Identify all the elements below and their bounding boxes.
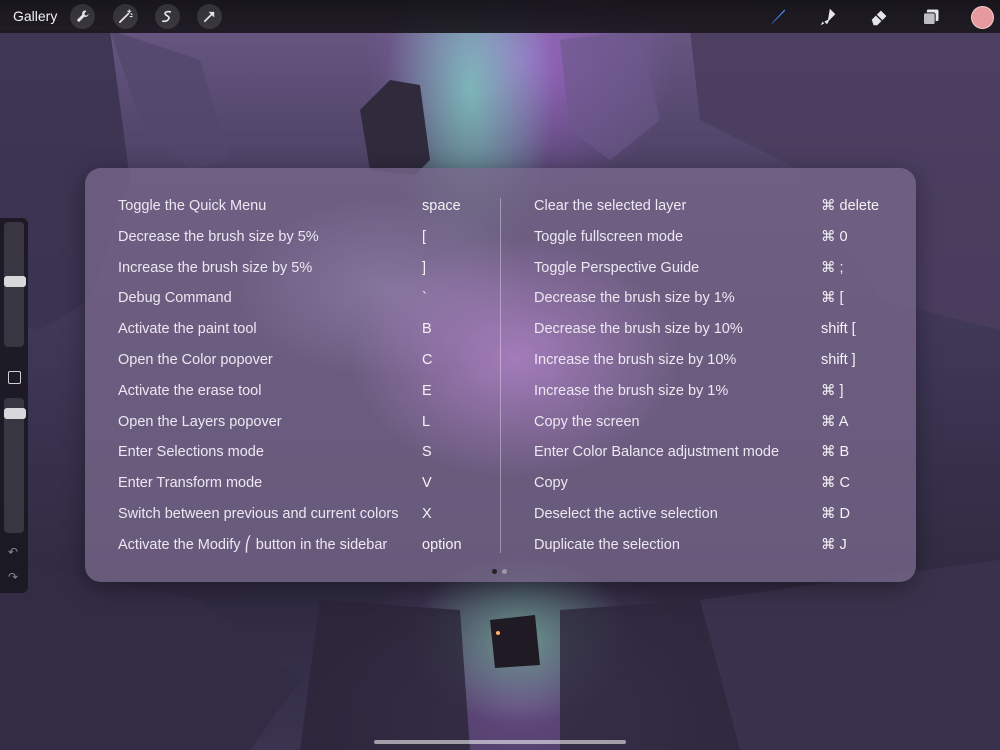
- shortcut-row: Toggle fullscreen mode ⌘ 0: [534, 227, 894, 258]
- shortcut-row: Enter Selections mode S: [118, 442, 478, 473]
- shortcut-description: Toggle Perspective Guide: [534, 259, 700, 276]
- shortcut-description: Decrease the brush size by 1%: [534, 290, 735, 307]
- shortcut-key: `: [422, 290, 427, 307]
- shortcut-row: Copy the screen ⌘ A: [534, 412, 894, 443]
- wrench-icon[interactable]: [70, 4, 95, 29]
- shortcut-key: ⌘ 0: [821, 228, 848, 245]
- shortcut-key: ⌘ J: [821, 536, 847, 553]
- shortcut-row: Increase the brush size by 5%]: [118, 258, 478, 289]
- undo-icon[interactable]: ↶: [8, 545, 18, 559]
- shortcut-key: E: [422, 382, 432, 399]
- shortcut-description: Activate the erase tool: [118, 382, 262, 399]
- shortcut-row: Activate the erase tool E: [118, 381, 478, 412]
- shortcut-description: Activate the paint tool: [118, 321, 257, 338]
- shortcut-description: Open the Layers popover: [118, 413, 282, 430]
- shortcut-key: ⌘ [: [821, 290, 844, 307]
- shortcut-key: ⌘ ;: [821, 259, 844, 276]
- keyboard-shortcuts-panel: Toggle the Quick Menu space Decrease the b…: [85, 168, 916, 582]
- color-swatch-icon[interactable]: [971, 6, 994, 29]
- shortcut-key: B: [422, 321, 432, 338]
- smudge-icon[interactable]: [816, 5, 840, 29]
- shortcut-row: Activate the paint tool B: [118, 319, 478, 350]
- shortcut-description: Deselect the active selection: [534, 505, 718, 522]
- shortcut-key: ⌘ D: [821, 505, 850, 522]
- shortcut-description: Enter Transform mode: [118, 475, 263, 492]
- selection-icon[interactable]: [155, 4, 180, 29]
- brush-size-thumb[interactable]: [4, 276, 26, 287]
- gallery-button[interactable]: Gallery: [13, 8, 57, 24]
- shortcut-key: ⌘ ]: [821, 382, 844, 399]
- shortcut-description: Increase the brush size by 1%: [534, 382, 729, 399]
- shortcut-row: Open the Layers popover L: [118, 412, 478, 443]
- shortcut-column-left: Toggle the Quick Menu space Decrease the b…: [118, 196, 478, 566]
- shortcut-column-right: Clear the selected layer ⌘ delete Toggle f…: [534, 196, 894, 566]
- shortcut-description: Enter Color Balance adjustment mode: [534, 444, 780, 461]
- shortcut-row: Clear the selected layer ⌘ delete: [534, 196, 894, 227]
- shortcut-description: Activate the Modify ⎛ button in the side…: [118, 536, 388, 553]
- shortcut-row: Toggle the Quick Menu space: [118, 196, 478, 227]
- column-divider: [500, 198, 501, 553]
- layers-icon[interactable]: [919, 5, 943, 29]
- shortcut-row: Duplicate the selection ⌘ J: [534, 535, 894, 566]
- shortcut-description: Decrease the brush size by 5%: [118, 228, 319, 245]
- redo-icon[interactable]: ↷: [8, 570, 18, 584]
- shortcut-key: shift ]: [821, 351, 856, 368]
- shortcut-key: ⌘ delete: [821, 198, 880, 214]
- shortcut-row: Decrease the brush size by 10% shift [: [534, 319, 894, 350]
- top-toolbar: Gallery: [0, 0, 1000, 33]
- shortcut-row: Decrease the brush size by 5% [: [118, 227, 478, 258]
- shortcut-key: ⌘ C: [821, 475, 850, 492]
- shortcut-key: V: [422, 475, 432, 492]
- modify-button[interactable]: [8, 371, 21, 384]
- shortcut-description: Clear the selected layer: [534, 198, 687, 214]
- shortcut-row: Increase the brush size by 10% shift ]: [534, 350, 894, 381]
- eraser-icon[interactable]: [868, 5, 892, 29]
- shortcut-key: space: [422, 198, 461, 214]
- page-dot-2[interactable]: [502, 569, 507, 574]
- shortcut-row: Increase the brush size by 1% ⌘ ]: [534, 381, 894, 412]
- page-indicator[interactable]: [492, 569, 507, 574]
- shortcut-description: Switch between previous and current colo…: [118, 505, 399, 522]
- shortcut-row: Copy ⌘ C: [534, 473, 894, 504]
- shortcut-description: Enter Selections mode: [118, 444, 264, 461]
- shortcut-row: Enter Transform mode V: [118, 473, 478, 504]
- page-dot-1[interactable]: [492, 569, 497, 574]
- shortcut-row: Open the Color popover C: [118, 350, 478, 381]
- shortcut-key: C: [422, 351, 433, 368]
- shortcut-key: L: [422, 413, 431, 430]
- shortcut-description: Debug Command: [118, 290, 232, 307]
- opacity-thumb[interactable]: [4, 408, 26, 419]
- shortcut-key: ]: [422, 259, 427, 276]
- shortcut-description: Decrease the brush size by 10%: [534, 321, 743, 338]
- shortcut-key: ⌘ B: [821, 444, 850, 461]
- shortcut-key: option: [422, 536, 462, 553]
- shortcut-description: Increase the brush size by 10%: [534, 351, 737, 368]
- shortcut-description: Increase the brush size by 5%: [118, 259, 313, 276]
- shortcut-description: Open the Color popover: [118, 351, 273, 368]
- left-sidebar: ↶ ↷: [0, 218, 28, 593]
- shortcut-key: S: [422, 444, 432, 461]
- shortcut-row: Decrease the brush size by 1% ⌘ [: [534, 288, 894, 319]
- shortcut-description: Copy the screen: [534, 413, 640, 430]
- shortcut-description: Toggle fullscreen mode: [534, 228, 684, 245]
- shortcut-row: Toggle Perspective Guide ⌘ ;: [534, 258, 894, 289]
- shortcut-description: Copy: [534, 475, 568, 492]
- shortcut-key: shift [: [821, 321, 856, 338]
- shortcut-key: ⌘ A: [821, 413, 849, 430]
- magic-wand-icon[interactable]: [113, 4, 138, 29]
- shortcut-row: Debug Command `: [118, 288, 478, 319]
- shortcut-row: Enter Color Balance adjustment mode ⌘ B: [534, 442, 894, 473]
- shortcut-description: Toggle the Quick Menu: [118, 198, 267, 214]
- transform-arrow-icon[interactable]: [197, 4, 222, 29]
- shortcut-row: Activate the Modify ⎛ button in the side…: [118, 535, 478, 566]
- shortcut-key: [: [422, 228, 427, 245]
- brush-icon[interactable]: [765, 5, 789, 29]
- shortcut-key: X: [422, 505, 432, 522]
- home-indicator[interactable]: [374, 740, 626, 744]
- shortcut-row: Deselect the active selection ⌘ D: [534, 504, 894, 535]
- shortcut-row: Switch between previous and current colo…: [118, 504, 478, 535]
- shortcut-description: Duplicate the selection: [534, 536, 680, 553]
